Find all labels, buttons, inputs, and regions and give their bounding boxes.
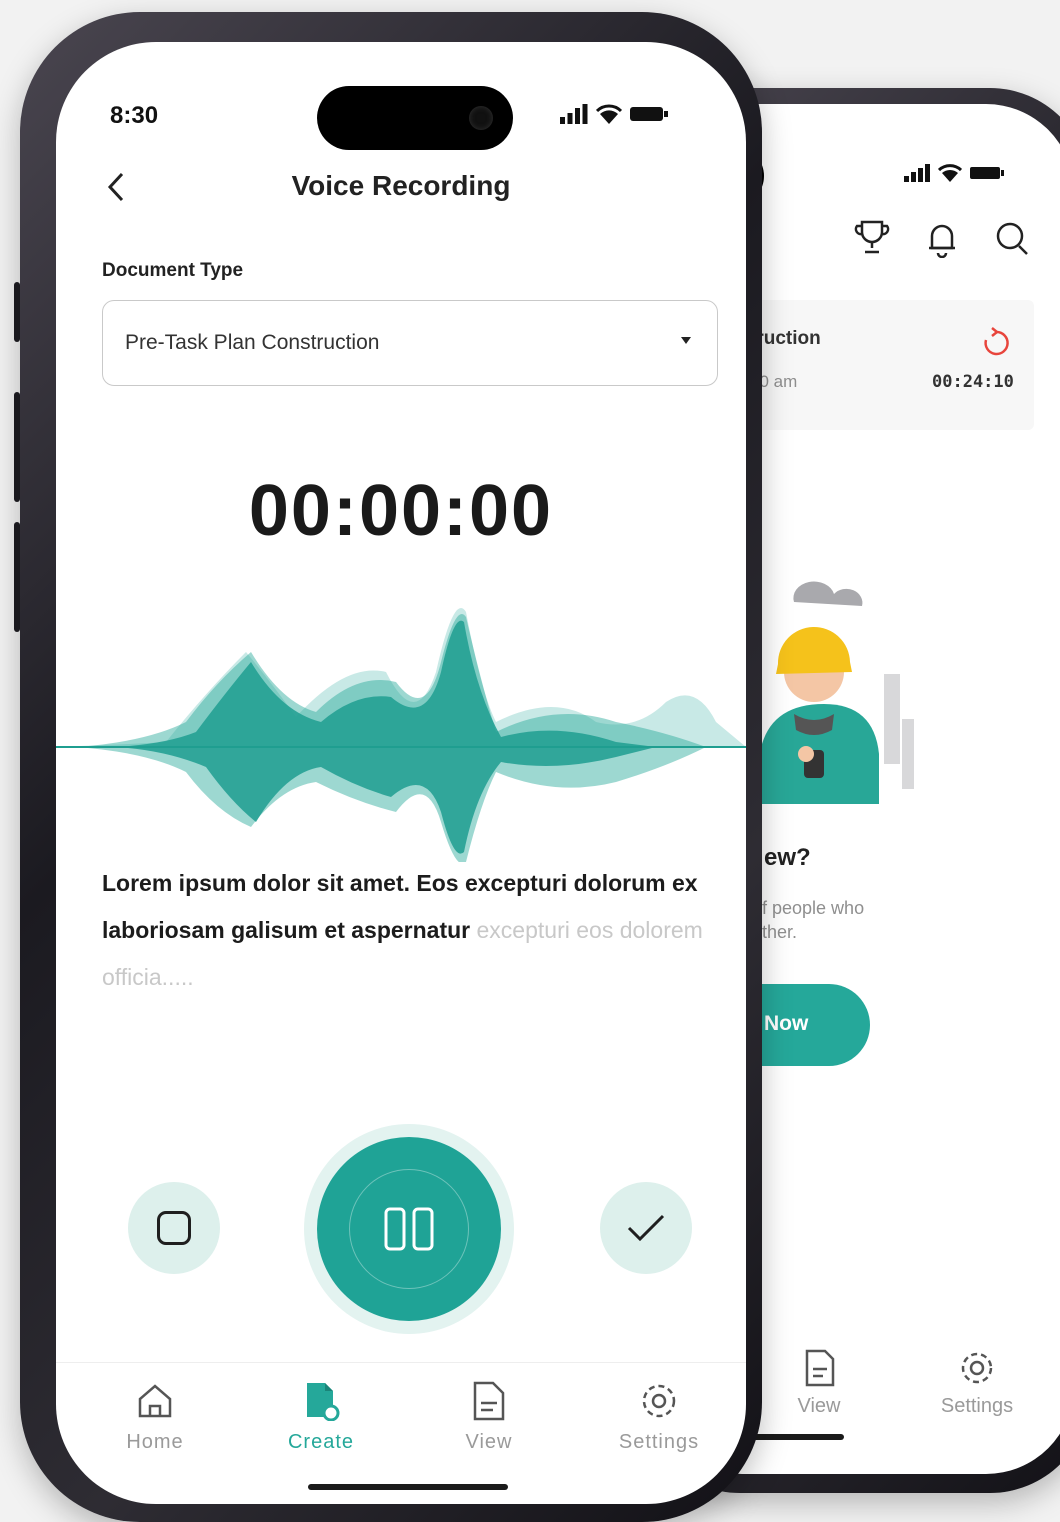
recording-timer: 00:00:00 xyxy=(248,471,554,551)
bell-icon[interactable] xyxy=(926,220,958,258)
battery-icon xyxy=(630,107,668,121)
home-indicator xyxy=(308,1484,508,1490)
home-icon xyxy=(138,1384,172,1418)
document-icon xyxy=(473,1381,505,1421)
gear-icon xyxy=(961,1352,993,1384)
bottom-nav: Home Create View Settings xyxy=(56,1362,746,1504)
document-type-value: Pre-Task Plan Construction xyxy=(125,331,380,354)
battery-icon xyxy=(970,167,1004,179)
wifi-icon xyxy=(596,104,622,124)
empty-state-line1: f people who xyxy=(762,898,865,918)
status-icons xyxy=(560,104,668,124)
status-icons xyxy=(904,164,1004,182)
volume-down-button xyxy=(14,522,20,632)
nav-settings[interactable]: Settings xyxy=(584,1381,734,1454)
page-title: Voice Recording xyxy=(291,170,511,201)
nav-settings-label: Settings xyxy=(618,1431,700,1453)
back-nav-view[interactable]: View xyxy=(754,1349,884,1418)
back-nav-view-label: View xyxy=(797,1395,841,1417)
empty-state-line2: ther. xyxy=(762,922,798,942)
caret-down-icon xyxy=(681,337,691,344)
start-now-label: Now xyxy=(764,1012,809,1035)
nav-view-label: View xyxy=(465,1431,513,1453)
nav-view[interactable]: View xyxy=(414,1381,564,1454)
nav-create[interactable]: Create xyxy=(246,1381,396,1454)
dynamic-island xyxy=(317,86,513,150)
gear-icon xyxy=(642,1384,676,1418)
nav-home[interactable]: Home xyxy=(80,1381,230,1454)
audio-waveform xyxy=(56,608,746,862)
trophy-icon[interactable] xyxy=(854,218,890,258)
front-phone-frame: 8:30 Voice Recording Document Type Pre-T… xyxy=(14,12,762,1522)
document-type-select[interactable]: Pre-Task Plan Construction xyxy=(102,300,718,386)
mute-switch xyxy=(14,282,20,342)
back-nav-settings[interactable]: Settings xyxy=(912,1349,1042,1418)
document-icon xyxy=(805,1349,835,1387)
status-time: 8:30 xyxy=(110,102,159,129)
front-phone-screen: 8:30 Voice Recording Document Type Pre-T… xyxy=(56,42,746,1504)
recording-duration: 00:24:10 xyxy=(932,372,1014,392)
signal-icon xyxy=(560,104,588,124)
pause-button[interactable] xyxy=(304,1124,514,1334)
refresh-icon[interactable] xyxy=(982,326,1010,356)
nav-create-label: Create xyxy=(287,1431,355,1453)
wifi-icon xyxy=(938,164,962,182)
nav-home-label: Home xyxy=(126,1431,184,1453)
volume-up-button xyxy=(14,392,20,502)
create-document-icon xyxy=(307,1383,340,1421)
check-icon xyxy=(627,1214,665,1242)
signal-icon xyxy=(904,164,930,182)
stop-icon xyxy=(157,1211,191,1245)
confirm-button[interactable] xyxy=(600,1182,692,1274)
document-type-label: Document Type xyxy=(102,260,244,281)
search-icon[interactable] xyxy=(994,220,1030,258)
stop-button[interactable] xyxy=(128,1182,220,1274)
transcript-text: Lorem ipsum dolor sit amet. Eos exceptur… xyxy=(102,860,722,1001)
back-nav-settings-label: Settings xyxy=(940,1395,1014,1417)
empty-state-heading: ew? xyxy=(764,844,811,871)
